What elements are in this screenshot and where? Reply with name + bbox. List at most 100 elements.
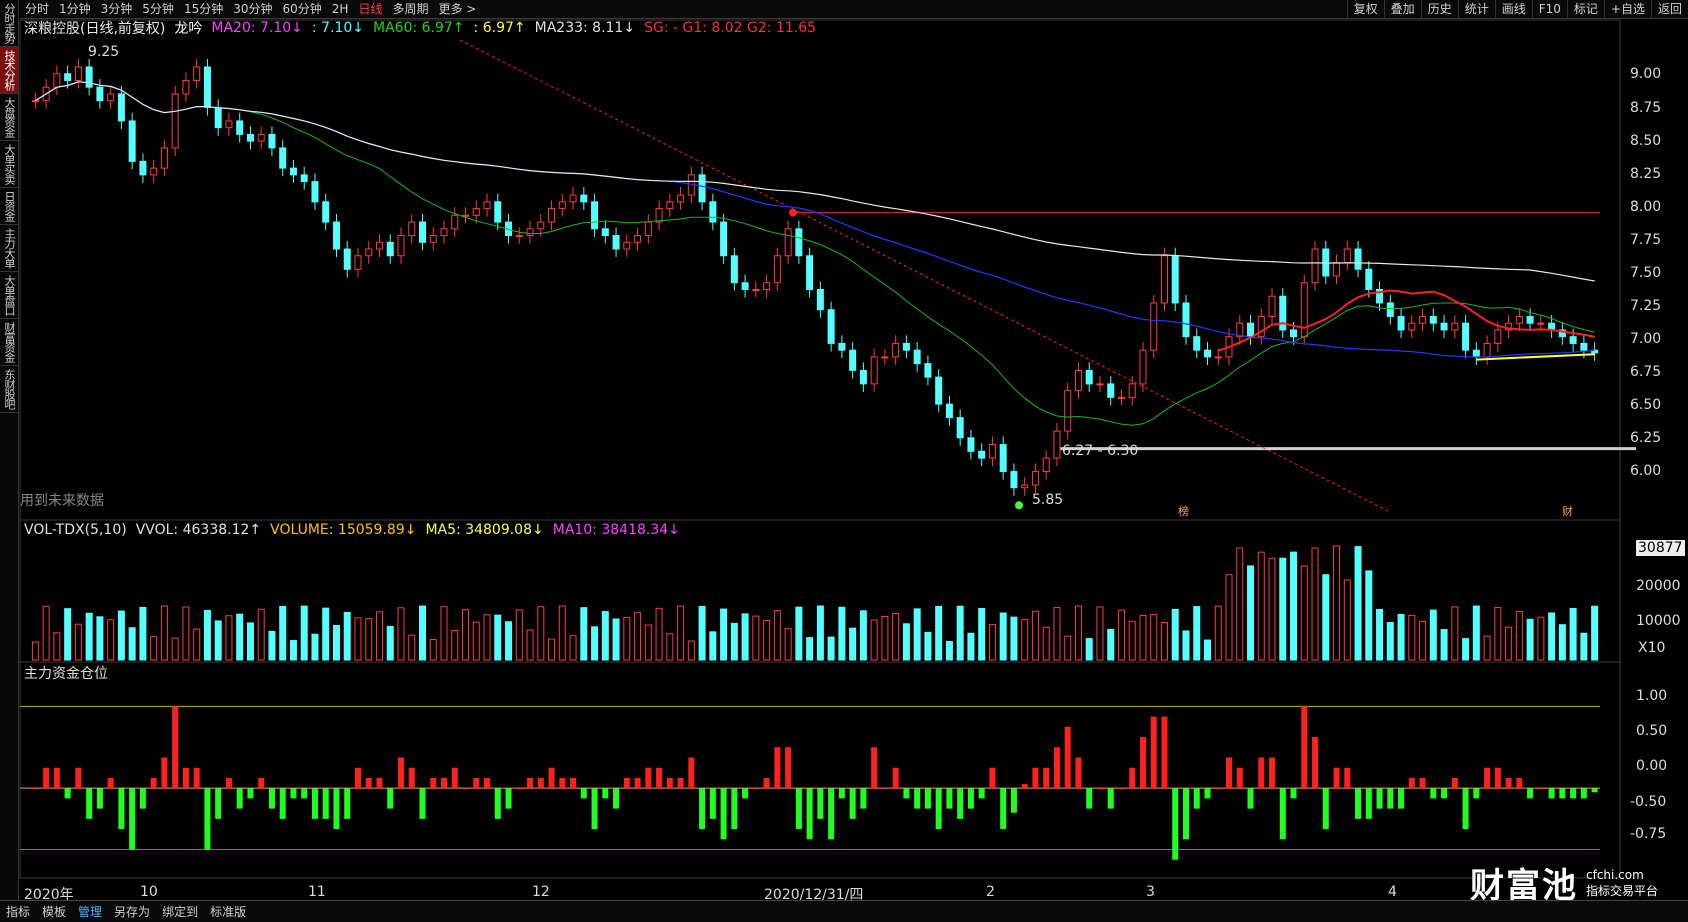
fund-bar: [1580, 788, 1587, 799]
fund-bar: [1516, 777, 1523, 789]
fund-bar: [1204, 788, 1211, 799]
candle-body: [289, 167, 297, 176]
fund-bar: [225, 777, 232, 789]
volume-bar: [644, 624, 652, 661]
fund-bar: [1473, 788, 1480, 799]
volume-bar: [784, 628, 792, 661]
kline-chart[interactable]: [0, 0, 1688, 921]
fund-bar: [322, 788, 329, 819]
tab-template[interactable]: 模板: [36, 902, 72, 922]
fund-bar: [1537, 788, 1544, 790]
volume-bar: [1580, 632, 1588, 661]
volume-bar: [849, 627, 857, 661]
candle-body: [1537, 322, 1545, 325]
volume-bar: [1139, 614, 1147, 661]
candle-body: [1128, 383, 1136, 398]
fund-bar: [688, 757, 695, 789]
volume-bar: [859, 610, 867, 661]
volume-bar: [720, 608, 728, 661]
volume-bar: [1386, 622, 1394, 661]
volume-bar: [300, 605, 308, 661]
fund-bar: [365, 777, 372, 789]
logo-text: cfchi.com 指标交易平台: [1586, 867, 1658, 899]
bottom-toolbar: 指标 模板 管理 另存为 绑定到 标准版: [0, 900, 1688, 922]
candle-body: [1096, 383, 1104, 386]
fund-bar: [860, 788, 867, 809]
fund-bar: [1344, 767, 1351, 789]
low-point-marker: [1015, 501, 1023, 510]
tab-bind-to[interactable]: 绑定到: [156, 902, 204, 922]
candle-body: [1483, 342, 1491, 358]
fund-bar: [881, 788, 888, 790]
volume-bar: [1182, 630, 1190, 661]
candle-body: [257, 133, 265, 142]
fund-tick: -0.50: [1630, 794, 1667, 810]
candle-body: [935, 376, 943, 405]
candle-body: [440, 228, 448, 237]
volume-bar: [1010, 616, 1018, 661]
fund-bar: [419, 788, 426, 819]
candle-body: [515, 235, 523, 238]
date-label: 11: [308, 884, 326, 900]
candle-body: [763, 282, 771, 290]
candle-body: [924, 363, 932, 378]
fund-bar: [613, 788, 620, 809]
volume-bar: [494, 614, 502, 661]
candle-body: [1214, 356, 1222, 359]
volume-bar: [322, 607, 330, 661]
candle-body: [332, 221, 340, 250]
volume-bar: [988, 624, 996, 661]
volume-bar: [709, 631, 717, 661]
candle-body: [1365, 268, 1373, 290]
volume-bar: [1451, 606, 1459, 661]
fund-bar: [1505, 777, 1512, 789]
fund-bar: [1150, 716, 1157, 789]
fund-bar: [516, 788, 523, 790]
volume-bar: [31, 641, 39, 661]
volume-bar: [526, 629, 534, 661]
candle-body: [591, 201, 599, 230]
candle-body: [268, 133, 276, 149]
tab-indicator[interactable]: 指标: [0, 902, 36, 922]
volume-bar: [193, 628, 201, 661]
fund-bar: [656, 767, 663, 789]
candle-body: [816, 288, 824, 311]
candle-body: [773, 255, 781, 284]
candle-body: [1440, 322, 1448, 331]
candle-body: [182, 79, 190, 95]
tab-standard[interactable]: 标准版: [204, 902, 252, 922]
fund-bar: [1430, 788, 1437, 799]
fund-bar: [1032, 767, 1039, 789]
volume-bar: [924, 631, 932, 661]
fund-bar: [1441, 788, 1448, 799]
candle-body: [730, 255, 738, 284]
tab-save-as[interactable]: 另存为: [108, 902, 156, 922]
volume-bar: [967, 632, 975, 661]
volume-bar: [816, 605, 824, 661]
tab-manage[interactable]: 管理: [72, 902, 108, 922]
fund-bar: [1279, 788, 1286, 840]
volume-bar: [580, 607, 588, 661]
fund-bar: [96, 788, 103, 809]
fund-bar: [301, 788, 308, 799]
candle-body: [623, 241, 631, 250]
candle-body: [1160, 255, 1168, 304]
volume-bar: [956, 605, 964, 661]
candle-body: [988, 444, 996, 459]
volume-bar: [623, 617, 631, 661]
volume-bar: [1408, 614, 1416, 661]
fund-bar: [570, 777, 577, 789]
fund-bar: [677, 777, 684, 789]
fund-bar: [903, 788, 910, 799]
candle-body: [892, 342, 900, 358]
fund-bar: [1527, 788, 1534, 799]
fund-bar: [1398, 788, 1405, 809]
vol-tick: 20000: [1636, 578, 1681, 594]
candle-body: [1580, 342, 1588, 351]
volume-bar: [505, 621, 513, 661]
price-tick: 7.75: [1630, 232, 1662, 248]
volume-bar: [257, 608, 265, 661]
price-tick: 6.00: [1630, 463, 1662, 479]
fund-bar: [161, 757, 168, 789]
candle-body: [1451, 322, 1459, 331]
